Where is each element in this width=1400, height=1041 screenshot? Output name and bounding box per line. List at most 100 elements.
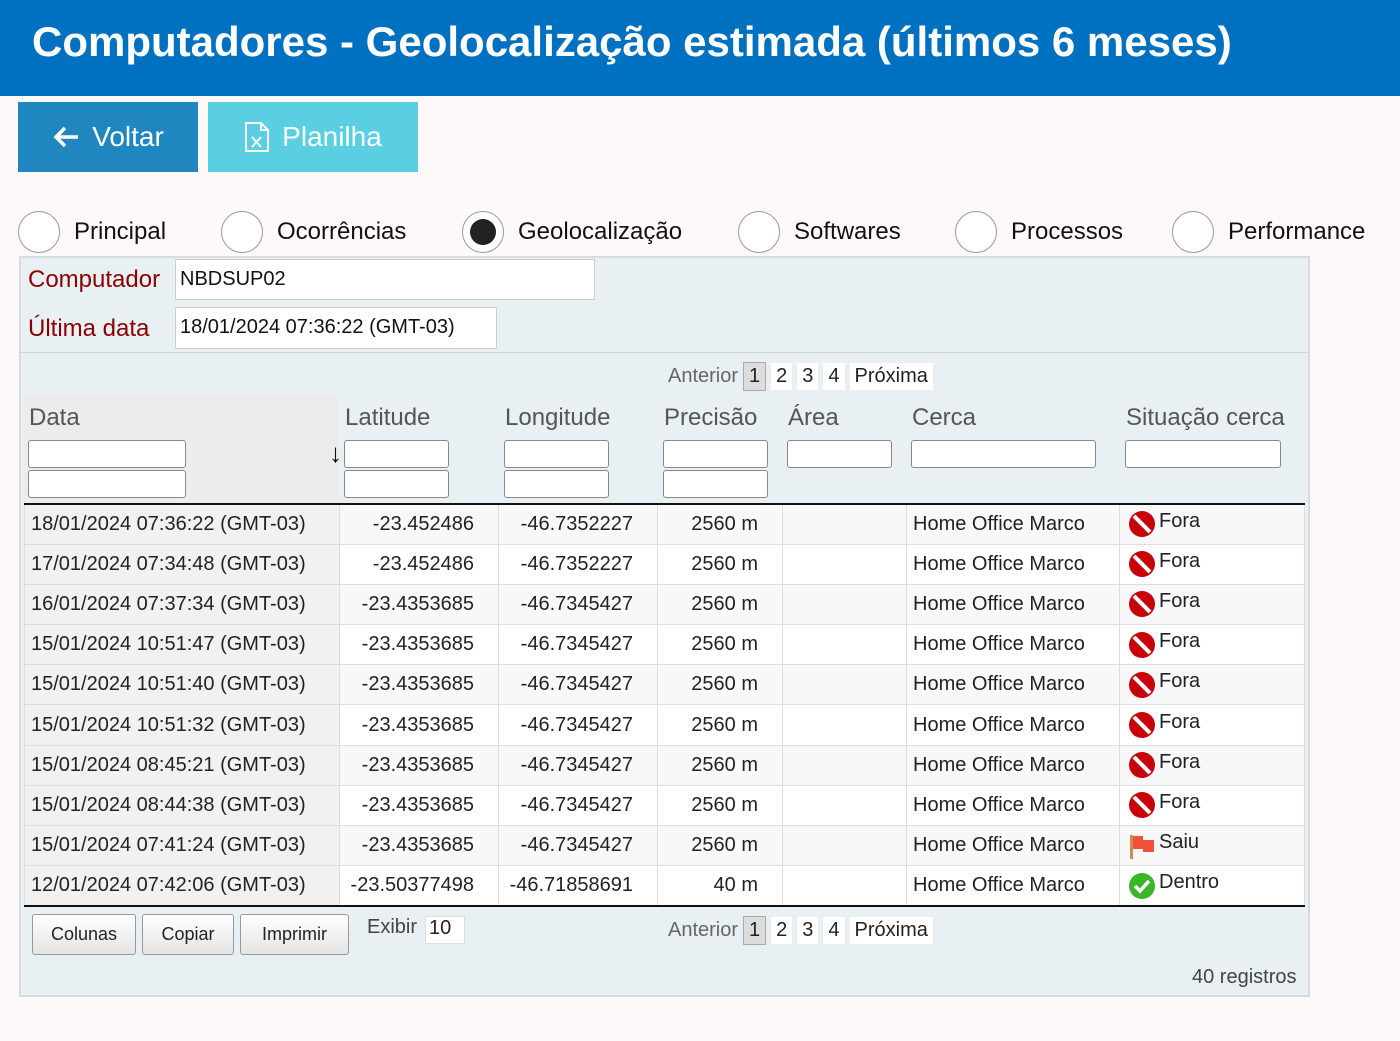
- table-row[interactable]: 15/01/2024 07:41:24 (GMT-03) -23.4353685-…: [24, 824, 1305, 867]
- page-title: Computadores - Geolocalização estimada (…: [0, 0, 1400, 96]
- last-date-label: Última data: [28, 315, 150, 342]
- date-cell: 15/01/2024 08:45:21 (GMT-03): [24, 744, 340, 786]
- next-page-button[interactable]: Próxima: [849, 917, 933, 944]
- spreadsheet-button[interactable]: Planilha: [208, 102, 418, 172]
- column-filter-input[interactable]: [663, 470, 768, 498]
- arrow-left-icon: [53, 126, 79, 148]
- no-entry-icon: [1128, 671, 1156, 699]
- columns-button[interactable]: Colunas: [32, 914, 136, 955]
- column-filter-input[interactable]: [344, 470, 449, 498]
- tab-performance[interactable]: Performance: [1172, 211, 1365, 253]
- radio-button[interactable]: [738, 211, 780, 253]
- tab-label: Principal: [74, 218, 167, 245]
- precision-cell: 2560 m: [657, 784, 783, 827]
- tab-ocorrencias[interactable]: Ocorrências: [221, 211, 406, 253]
- sort-desc-icon[interactable]: ↓: [329, 438, 342, 469]
- page-button[interactable]: 4: [823, 917, 845, 944]
- column-header[interactable]: Precisão: [664, 404, 757, 432]
- copy-button[interactable]: Copiar: [142, 914, 234, 955]
- date-cell: 15/01/2024 10:51:32 (GMT-03): [24, 704, 340, 746]
- next-page-button[interactable]: Próxima: [849, 363, 933, 390]
- column-filter-input[interactable]: [911, 440, 1096, 468]
- longitude-cell: -46.7352227: [498, 543, 658, 585]
- page-button[interactable]: 2: [771, 363, 793, 390]
- column-header[interactable]: Situação cerca: [1126, 404, 1285, 432]
- column-header[interactable]: Latitude: [345, 404, 430, 432]
- fence-cell: Home Office Marco: [906, 744, 1120, 786]
- page-size-select[interactable]: 10: [425, 916, 465, 944]
- print-button[interactable]: Imprimir: [240, 914, 349, 955]
- page-button[interactable]: 3: [797, 363, 819, 390]
- column-filter-input[interactable]: [663, 440, 768, 468]
- latitude-cell: -23.4353685: [339, 583, 499, 626]
- check-circle-icon: [1128, 872, 1156, 900]
- column-filter-input[interactable]: [504, 440, 609, 468]
- page-button[interactable]: 4: [823, 363, 845, 390]
- tab-label: Processos: [1011, 218, 1124, 245]
- area-cell: [782, 704, 907, 746]
- column-filter-input[interactable]: [787, 440, 892, 468]
- table-row[interactable]: 15/01/2024 08:44:38 (GMT-03) -23.4353685-…: [24, 784, 1305, 827]
- fence-status: Saiu: [1159, 831, 1200, 854]
- radio-button[interactable]: [955, 211, 997, 253]
- tab-processos[interactable]: Processos: [955, 211, 1123, 253]
- column-filter-input[interactable]: [504, 470, 609, 498]
- table-row[interactable]: 15/01/2024 10:51:32 (GMT-03) -23.4353685-…: [24, 704, 1305, 746]
- area-cell: [782, 664, 907, 706]
- table-row[interactable]: 17/01/2024 07:34:48 (GMT-03) -23.452486 -4…: [24, 543, 1305, 585]
- latitude-cell: -23.4353685: [339, 744, 499, 786]
- prev-page-button[interactable]: Anterior: [668, 919, 738, 942]
- precision-cell: 2560 m: [657, 824, 783, 867]
- fence-cell: Home Office Marco: [906, 624, 1120, 666]
- page-button[interactable]: 1: [743, 362, 767, 391]
- column-header[interactable]: Data: [29, 404, 80, 432]
- tab-softwares[interactable]: Softwares: [738, 211, 901, 253]
- column-filter-input[interactable]: [28, 440, 186, 468]
- longitude-cell: -46.7345427: [498, 624, 658, 666]
- show-label: Exibir: [367, 916, 418, 938]
- tab-geolocalizacao[interactable]: Geolocalização: [462, 211, 682, 253]
- table-row[interactable]: 12/01/2024 07:42:06 (GMT-03) -23.50377498…: [24, 865, 1305, 907]
- fence-status: Fora: [1159, 790, 1201, 813]
- area-cell: [782, 784, 907, 827]
- longitude-cell: -46.7345427: [498, 583, 658, 626]
- page-button[interactable]: 2: [771, 917, 793, 944]
- back-button[interactable]: Voltar: [18, 102, 198, 172]
- latitude-cell: -23.4353685: [339, 824, 499, 867]
- table-row[interactable]: 15/01/2024 10:51:47 (GMT-03) -23.4353685-…: [24, 624, 1305, 666]
- latitude-cell: -23.4353685: [339, 784, 499, 827]
- date-cell: 12/01/2024 07:42:06 (GMT-03): [24, 865, 340, 907]
- table-row[interactable]: 16/01/2024 07:37:34 (GMT-03) -23.4353685-…: [24, 583, 1305, 626]
- no-entry-icon: [1128, 791, 1156, 819]
- page-button[interactable]: 1: [743, 916, 767, 945]
- fence-status: Fora: [1159, 509, 1201, 532]
- computer-label: Computador: [28, 266, 161, 293]
- radio-button[interactable]: [462, 211, 504, 253]
- radio-button[interactable]: [221, 211, 263, 253]
- column-header[interactable]: Área: [788, 404, 839, 432]
- tab-principal[interactable]: Principal: [18, 211, 166, 253]
- longitude-cell: -46.7345427: [498, 784, 658, 827]
- table-row[interactable]: 15/01/2024 08:45:21 (GMT-03) -23.4353685-…: [24, 744, 1305, 786]
- fence-cell: Home Office Marco: [906, 664, 1120, 706]
- radio-button[interactable]: [18, 211, 60, 253]
- prev-page-button[interactable]: Anterior: [668, 365, 738, 388]
- column-header[interactable]: Cerca: [912, 404, 976, 432]
- date-cell: 17/01/2024 07:34:48 (GMT-03): [24, 543, 340, 585]
- column-filter-input[interactable]: [1125, 440, 1281, 468]
- latitude-cell: -23.452486: [339, 503, 499, 545]
- date-cell: 15/01/2024 10:51:40 (GMT-03): [24, 664, 340, 706]
- pager-bottom: Anterior 1 2 3 4 Próxima: [668, 916, 933, 945]
- area-cell: [782, 824, 907, 867]
- table-row[interactable]: 18/01/2024 07:36:22 (GMT-03) -23.452486 -4…: [24, 503, 1305, 545]
- page-button[interactable]: 3: [797, 917, 819, 944]
- column-filter-input[interactable]: [28, 470, 186, 498]
- radio-button[interactable]: [1172, 211, 1214, 253]
- column-header[interactable]: Longitude: [505, 404, 610, 432]
- table-row[interactable]: 15/01/2024 10:51:40 (GMT-03) -23.4353685-…: [24, 664, 1305, 706]
- computer-field[interactable]: NBDSUP02: [175, 259, 595, 300]
- fence-status: Fora: [1159, 589, 1201, 612]
- fence-status: Fora: [1159, 750, 1201, 773]
- column-filter-input[interactable]: [344, 440, 449, 468]
- last-date-field[interactable]: 18/01/2024 07:36:22 (GMT-03): [175, 307, 497, 349]
